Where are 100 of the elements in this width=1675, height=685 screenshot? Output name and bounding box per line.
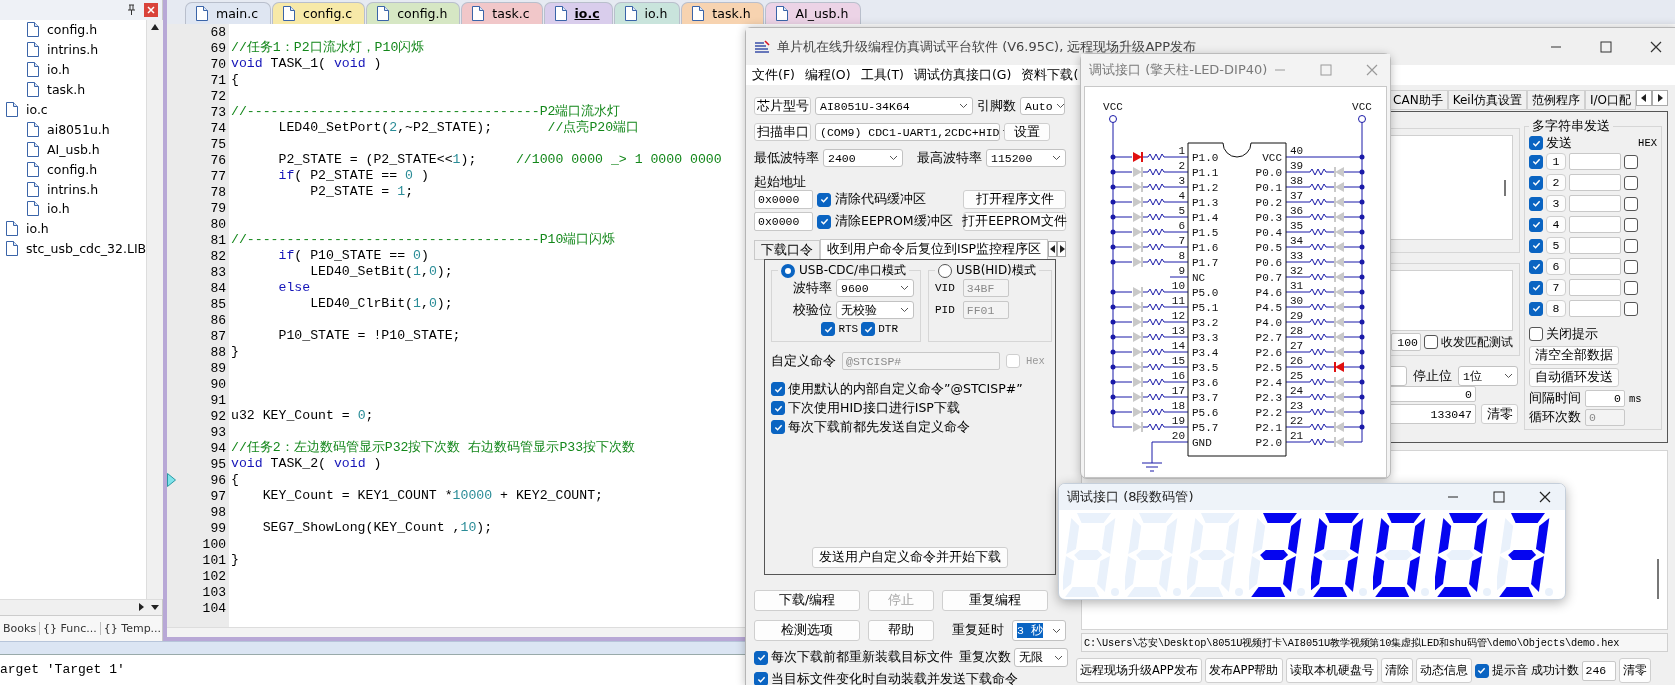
close-icon[interactable] [1650,40,1662,53]
checkbox[interactable] [1624,301,1638,316]
tree-item[interactable]: config.h [47,161,98,177]
checkbox[interactable] [821,322,836,336]
dropdown[interactable]: 无校验 [836,301,914,319]
button[interactable]: 清除 [1380,658,1413,683]
file-tab[interactable]: config.h [366,2,461,24]
file-tab[interactable]: io.h [613,2,681,24]
panel-tab[interactable]: {} Func... [40,622,101,635]
button[interactable]: 5 [1546,237,1566,254]
tree-item[interactable]: io.h [47,201,70,217]
checkbox[interactable] [1529,238,1543,253]
file-tab[interactable]: task.h [681,2,764,24]
file-tab[interactable]: io.c [543,2,613,24]
dropdown[interactable]: AI8051U-34K64 [815,97,973,115]
dropdown[interactable]: 无限 [1014,648,1068,667]
input-field[interactable] [1569,174,1621,191]
button[interactable]: 6 [1546,258,1566,275]
button[interactable]: 读取本机硬盘号 [1285,658,1378,683]
up-arrow-icon[interactable] [150,23,161,31]
input-field[interactable] [1569,153,1621,170]
tab[interactable]: 下载口令 [754,240,820,260]
checkbox[interactable] [1624,196,1638,211]
button[interactable]: 清零 [1481,404,1518,424]
button[interactable]: 打开程序文件 [963,190,1066,209]
maximize-icon[interactable] [1600,40,1612,53]
checkbox[interactable] [1474,663,1489,678]
tree-item[interactable]: io.h [47,62,70,78]
checkbox[interactable] [1529,154,1543,169]
tree-item[interactable]: config.h [47,22,98,38]
button[interactable]: 3 [1546,195,1566,212]
button[interactable]: 芯片型号 [754,97,811,115]
checkbox[interactable] [754,650,768,665]
button[interactable]: 发送用户自定义命令并开始下载 [812,547,1008,568]
panel-tab[interactable]: {} Temp... [100,622,166,635]
input-field[interactable]: 100 [1391,333,1421,351]
menu-item[interactable]: 文件(F) [752,66,795,84]
panel-tab[interactable]: Books [0,622,41,635]
checkbox[interactable] [817,192,831,207]
menu-item[interactable]: 资料下载( [1021,66,1079,84]
button[interactable]: 8 [1546,300,1566,317]
tab[interactable]: Keil仿真设置 [1447,90,1527,110]
input-field[interactable]: 246 [1581,660,1616,681]
checkbox[interactable] [1529,136,1543,150]
tab-scroll-button[interactable] [1048,241,1058,257]
tab-scroll-button[interactable] [1057,241,1066,257]
button[interactable]: 动态信息 [1415,658,1472,683]
button[interactable]: 帮助 [868,620,934,641]
checkbox[interactable] [771,382,785,396]
checkbox[interactable] [771,401,785,415]
checkbox[interactable] [1529,175,1543,190]
checkbox[interactable] [1529,301,1543,316]
button[interactable]: 7 [1546,279,1566,296]
checkbox[interactable] [1624,259,1638,274]
checkbox[interactable] [754,672,768,685]
file-tab[interactable]: AI_usb.h [764,2,862,24]
checkbox[interactable] [861,322,876,336]
menu-item[interactable]: 编程(O) [804,66,851,84]
button[interactable]: 发布APP帮助 [1204,658,1283,683]
tree-item[interactable]: io.c [26,102,48,117]
input-field[interactable] [1569,195,1621,212]
checkbox[interactable] [1529,196,1543,211]
dropdown[interactable]: 3 秒 [1012,620,1066,641]
input-field[interactable]: 0x0000 [754,190,813,209]
tree-item[interactable]: intrins.h [47,42,99,58]
input-field[interactable] [1569,237,1621,254]
checkbox[interactable] [1529,259,1543,274]
file-tab[interactable]: config.c [272,2,366,24]
checkbox[interactable] [1624,154,1638,169]
checkbox[interactable] [1624,175,1638,190]
input-field[interactable] [1569,300,1621,317]
button[interactable]: 远程现场升级APP发布 [1076,658,1202,683]
tree-item[interactable]: stc_usb_cdc_32.LIB [26,241,147,257]
button[interactable]: 设置 [1004,123,1050,141]
dropdown[interactable]: 9600 [836,279,914,297]
button[interactable]: 自动循环发送 [1529,368,1619,387]
tab-scroll-button[interactable] [1652,90,1668,106]
dropdown[interactable]: 1位 [1458,366,1518,386]
checkbox[interactable] [1424,335,1438,349]
file-tab[interactable]: main.c [185,2,272,24]
button[interactable]: 清零 [1618,658,1651,683]
tab[interactable]: 收到用户命令后复位到ISP监控程序区 [820,239,1049,259]
button[interactable]: 扫描串口 [754,123,811,141]
close-icon[interactable] [1539,491,1551,503]
pin-icon[interactable] [127,4,136,16]
checkbox[interactable] [1624,217,1638,232]
dropdown[interactable]: 115200 [986,149,1066,167]
checkbox[interactable] [1624,280,1638,295]
checkbox[interactable] [817,214,831,229]
button[interactable]: 4 [1546,216,1566,233]
radio-button[interactable] [781,263,795,278]
input-field[interactable] [1569,279,1621,296]
checkbox[interactable] [1529,327,1543,341]
radio-button[interactable] [938,263,952,278]
button[interactable]: 1 [1546,153,1566,170]
button[interactable]: 清空全部数据 [1529,346,1619,365]
dropdown[interactable]: Auto [1020,97,1065,115]
button[interactable]: 下载/编程 [754,590,860,611]
button[interactable]: 重复编程 [942,590,1048,611]
tab[interactable]: CAN助手 [1388,90,1448,110]
